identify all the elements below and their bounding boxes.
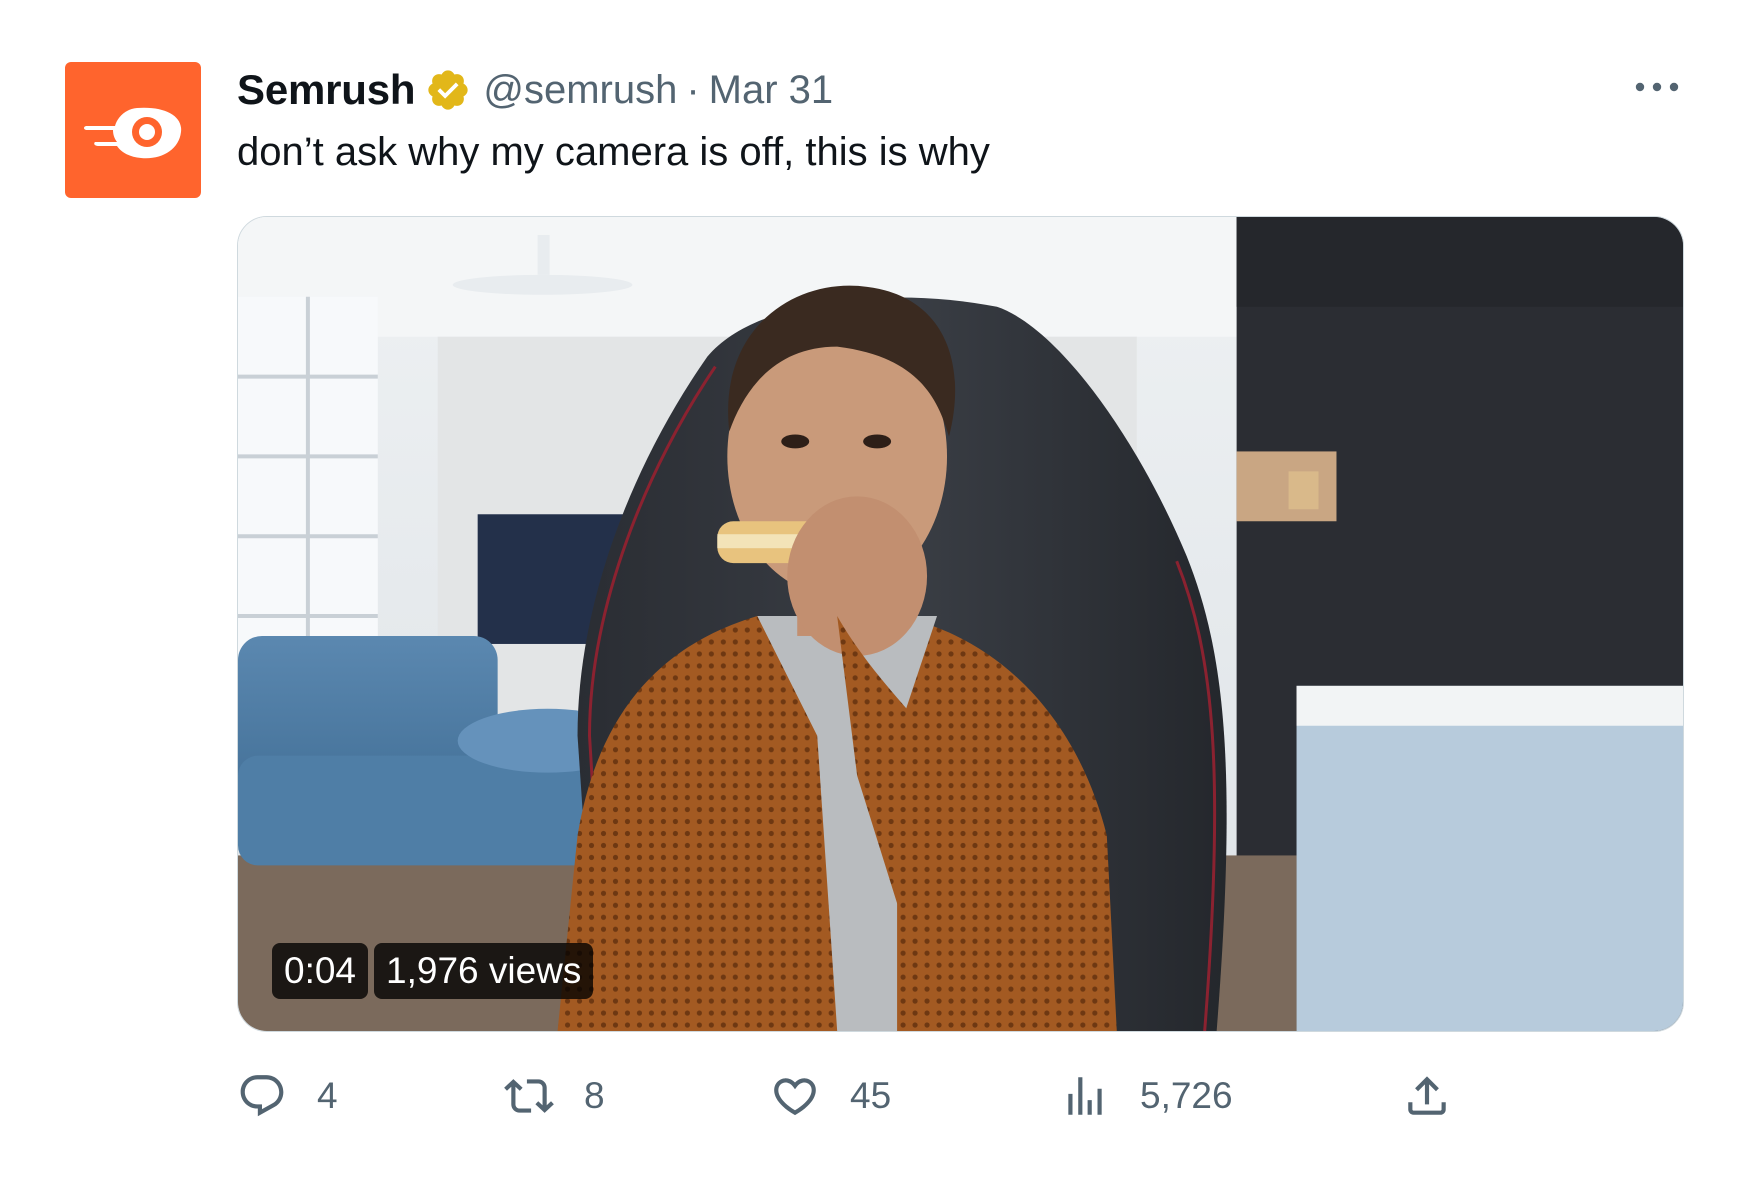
reply-button[interactable]: 4 [237, 1066, 338, 1126]
author-handle[interactable]: @semrush [483, 68, 677, 113]
tweet-date[interactable]: Mar 31 [709, 68, 834, 113]
tweet-actions: 4 8 45 5,726 [0, 1066, 1746, 1126]
verified-badge-icon[interactable] [425, 67, 471, 113]
reply-icon [240, 1075, 284, 1117]
like-button[interactable]: 45 [770, 1066, 891, 1126]
video-duration: 0:04 [272, 943, 369, 999]
author-name[interactable]: Semrush [237, 66, 416, 114]
repost-count: 8 [584, 1075, 605, 1116]
more-icon[interactable] [1632, 72, 1682, 102]
views-button[interactable]: 5,726 [1060, 1066, 1233, 1126]
reply-count: 4 [317, 1075, 338, 1116]
video-player[interactable]: 0:04 1,976 views [237, 216, 1684, 1032]
views-count: 5,726 [1140, 1075, 1233, 1116]
share-icon [1408, 1076, 1446, 1115]
like-count: 45 [850, 1075, 892, 1116]
video-badges: 0:04 1,976 views [272, 943, 594, 999]
tweet-header: Semrush @semrush · Mar 31 [237, 62, 833, 118]
video-view-count: 1,976 views [374, 943, 594, 999]
share-button[interactable] [1402, 1066, 1452, 1126]
semrush-avatar[interactable] [65, 62, 201, 198]
views-chart-icon [1068, 1077, 1102, 1115]
heart-icon [774, 1078, 816, 1116]
repost-icon [504, 1079, 554, 1113]
semrush-logo-icon [65, 62, 201, 198]
header-separator: · [686, 67, 700, 112]
tweet-text: don’t ask why my camera is off, this is … [237, 130, 990, 174]
repost-button[interactable]: 8 [504, 1066, 605, 1126]
video-thumbnail [238, 217, 1683, 1031]
